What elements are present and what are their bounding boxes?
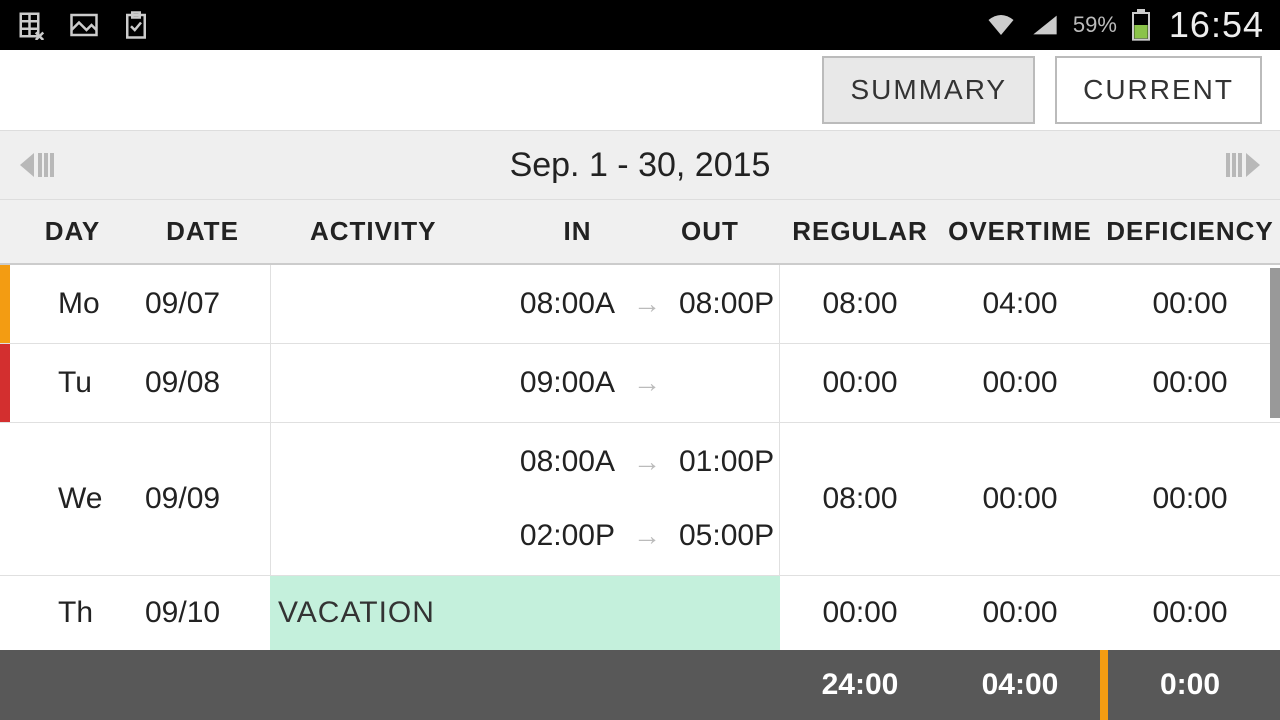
- cell-regular: 00:00: [780, 576, 940, 650]
- cell-date: 09/10: [135, 576, 270, 650]
- signal-icon: [1029, 9, 1061, 41]
- status-clock: 16:54: [1169, 4, 1264, 46]
- cell-activity: [270, 265, 515, 343]
- arrow-right-icon: →: [633, 288, 661, 320]
- cell-deficiency: 00:00: [1100, 344, 1280, 422]
- row-status-stripe: [0, 423, 10, 575]
- cell-date: 09/07: [135, 265, 270, 343]
- col-day: DAY: [10, 216, 135, 247]
- cell-activity: [270, 423, 515, 575]
- totals-footer: 24:00 04:00 0:00: [0, 650, 1280, 720]
- date-navigation: Sep. 1 - 30, 2015: [0, 130, 1280, 200]
- clipboard-check-icon: [120, 9, 152, 41]
- current-button[interactable]: CURRENT: [1055, 56, 1262, 124]
- spreadsheet-icon: [16, 9, 48, 41]
- prev-period-button[interactable]: [20, 153, 54, 177]
- col-date: DATE: [135, 216, 270, 247]
- time-in: 08:00A: [515, 445, 615, 479]
- wifi-icon: [985, 9, 1017, 41]
- row-status-stripe: [0, 344, 10, 422]
- total-regular: 24:00: [780, 668, 940, 702]
- table-header: DAY DATE ACTIVITY IN OUT REGULAR OVERTIM…: [0, 200, 1280, 265]
- image-icon: [68, 9, 100, 41]
- table-row[interactable]: We09/0908:00A→01:00P02:00P→05:00P08:0000…: [0, 423, 1280, 576]
- cell-regular: 00:00: [780, 344, 940, 422]
- cell-day: Tu: [10, 344, 135, 422]
- cell-date: 09/09: [135, 423, 270, 575]
- summary-button[interactable]: SUMMARY: [822, 56, 1035, 124]
- time-in: 09:00A: [515, 366, 615, 400]
- cell-activity: [270, 344, 515, 422]
- col-deficiency: DEFICIENCY: [1100, 216, 1280, 247]
- cell-in-out: 08:00A → 01:00P 02:00P → 05:00P: [515, 423, 780, 575]
- time-out: 01:00P: [679, 445, 779, 479]
- time-out: 05:00P: [679, 519, 779, 553]
- table-row[interactable]: Th09/10VACATION00:0000:0000:00: [0, 576, 1280, 651]
- col-regular: REGULAR: [780, 216, 940, 247]
- cell-date: 09/08: [135, 344, 270, 422]
- cell-deficiency: 00:00: [1100, 423, 1280, 575]
- table-row[interactable]: Tu09/0809:00A→00:0000:0000:00: [0, 344, 1280, 423]
- table-row[interactable]: Mo09/07 08:00A → 08:00P08:0004:0000:00: [0, 265, 1280, 344]
- battery-percentage: 59%: [1073, 12, 1117, 38]
- cell-in-out: 09:00A →: [515, 344, 780, 422]
- android-status-bar: 59% 16:54: [0, 0, 1280, 50]
- cell-overtime: 00:00: [940, 344, 1100, 422]
- time-in: 08:00A: [515, 287, 615, 321]
- cell-overtime: 04:00: [940, 265, 1100, 343]
- time-out: 08:00P: [679, 287, 779, 321]
- cell-activity: VACATION: [270, 576, 515, 650]
- date-range-label: Sep. 1 - 30, 2015: [510, 146, 771, 185]
- cell-deficiency: 00:00: [1100, 576, 1280, 650]
- total-overtime: 04:00: [940, 668, 1100, 702]
- cell-regular: 08:00: [780, 265, 940, 343]
- col-in: IN: [515, 216, 640, 247]
- cell-deficiency: 00:00: [1100, 265, 1280, 343]
- cell-in-out: 08:00A → 08:00P: [515, 265, 780, 343]
- col-out: OUT: [640, 216, 780, 247]
- cell-overtime: 00:00: [940, 423, 1100, 575]
- table-body: Mo09/0708:00A→08:00P08:0004:0000:00Tu09/…: [0, 265, 1280, 651]
- total-deficiency: 0:00: [1100, 650, 1280, 720]
- arrow-right-icon: →: [633, 446, 661, 478]
- time-in: 02:00P: [515, 519, 615, 553]
- scrollbar[interactable]: [1270, 268, 1280, 418]
- col-overtime: OVERTIME: [940, 216, 1100, 247]
- arrow-right-icon: →: [633, 367, 661, 399]
- cell-day: We: [10, 423, 135, 575]
- cell-overtime: 00:00: [940, 576, 1100, 650]
- cell-day: Mo: [10, 265, 135, 343]
- cell-day: Th: [10, 576, 135, 650]
- battery-icon: [1125, 9, 1157, 41]
- arrow-right-icon: →: [633, 520, 661, 552]
- next-period-button[interactable]: [1226, 153, 1260, 177]
- row-status-stripe: [0, 265, 10, 343]
- col-activity: ACTIVITY: [270, 216, 515, 247]
- top-toolbar: SUMMARY CURRENT: [0, 50, 1280, 130]
- row-status-stripe: [0, 576, 10, 650]
- cell-in-out: [515, 576, 780, 650]
- cell-regular: 08:00: [780, 423, 940, 575]
